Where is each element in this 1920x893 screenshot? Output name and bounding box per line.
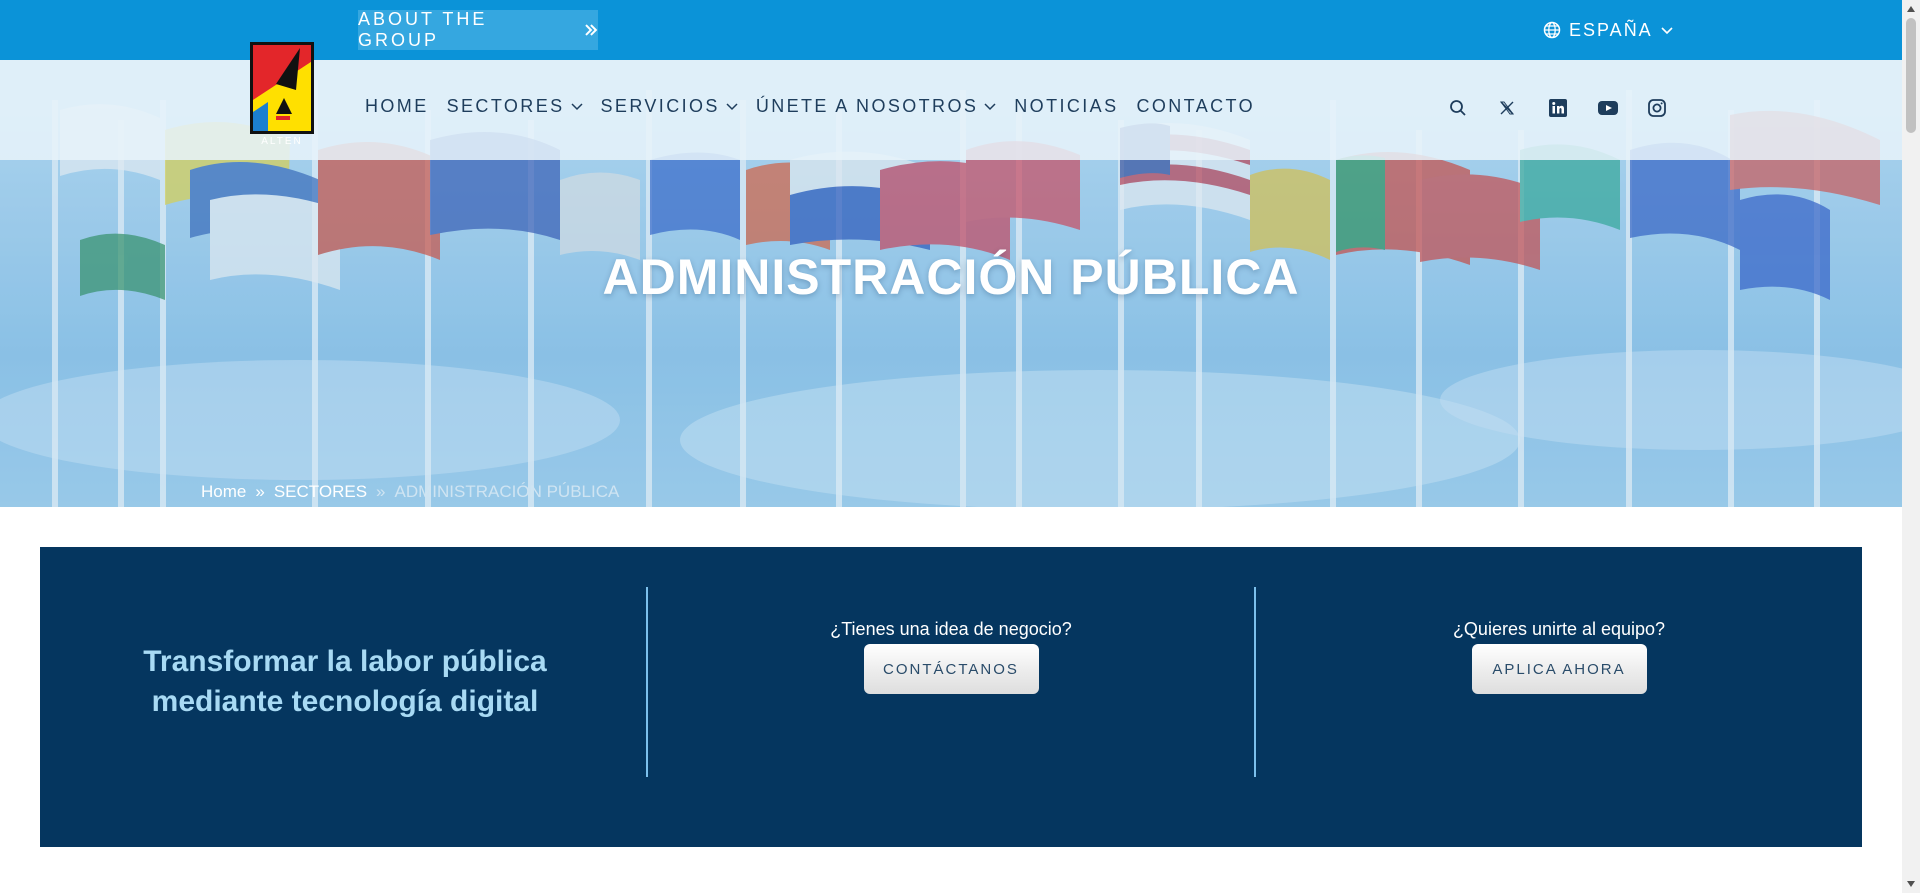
language-selector[interactable]: ESPAÑA (1543, 18, 1673, 42)
chevron-down-icon (984, 103, 996, 111)
scrollbar-thumb[interactable] (1906, 18, 1916, 133)
nav-item-home[interactable]: HOME (365, 96, 429, 117)
double-chevron-right-icon (585, 24, 598, 36)
cta-join: ¿Quieres unirte al equipo? APLICA AHORA (1349, 619, 1769, 694)
linkedin-icon (1549, 99, 1567, 117)
search-icon (1450, 100, 1466, 116)
page: ABOUT THE GROUP ESPAÑA ALTEN HOME SECTOR… (0, 0, 1920, 893)
youtube-icon (1598, 101, 1618, 115)
band-divider (1254, 587, 1256, 777)
alten-logo[interactable]: ALTEN (250, 42, 314, 146)
nav-unete-label: ÚNETE A NOSOTROS (755, 95, 979, 116)
nav-home-label: HOME (365, 95, 429, 116)
scroll-down-arrow-icon[interactable] (1907, 880, 1915, 888)
cta-join-question: ¿Quieres unirte al equipo? (1452, 619, 1666, 639)
cta-business: ¿Tienes una idea de negocio? CONTÁCTANOS (741, 619, 1161, 694)
linkedin-link[interactable] (1546, 96, 1570, 120)
instagram-icon (1648, 99, 1666, 117)
breadcrumb-home-link[interactable]: Home (201, 482, 246, 502)
language-label: ESPAÑA (1569, 19, 1653, 40)
breadcrumb: Home » SECTORES » ADMINISTRACIÓN PÚBLICA (201, 482, 619, 502)
band-tagline: Transformar la labor pública mediante te… (143, 645, 547, 718)
nav-item-noticias[interactable]: NOTICIAS (1014, 96, 1118, 117)
vertical-scrollbar[interactable] (1902, 0, 1920, 893)
aplica-ahora-button[interactable]: APLICA AHORA (1471, 644, 1647, 694)
x-twitter-link[interactable] (1495, 96, 1519, 120)
nav-noticias-label: NOTICIAS (1014, 95, 1119, 116)
nav-item-contacto[interactable]: CONTACTO (1136, 96, 1255, 117)
contactanos-button[interactable]: CONTÁCTANOS (863, 644, 1039, 694)
breadcrumb-current: ADMINISTRACIÓN PÚBLICA (394, 482, 620, 501)
nav-item-servicios[interactable]: SERVICIOS (601, 96, 738, 117)
breadcrumb-separator: » (255, 482, 265, 501)
about-the-group-button[interactable]: ABOUT THE GROUP (358, 9, 598, 50)
nav-servicios-label: SERVICIOS (600, 95, 720, 116)
logo-text: ALTEN (261, 136, 303, 146)
instagram-link[interactable] (1645, 96, 1669, 120)
cta-band: Transformar la labor pública mediante te… (40, 547, 1862, 847)
cta-business-question: ¿Tienes una idea de negocio? (830, 619, 1072, 639)
breadcrumb-separator: » (376, 482, 386, 501)
chevron-down-icon (570, 103, 583, 111)
chevron-down-icon (726, 103, 738, 111)
page-title: ADMINISTRACIÓN PÚBLICA (602, 249, 1300, 305)
search-button[interactable] (1446, 96, 1470, 120)
about-label: ABOUT THE GROUP (358, 9, 488, 50)
scroll-up-arrow-icon[interactable] (1907, 5, 1915, 13)
x-twitter-icon (1500, 101, 1514, 115)
youtube-link[interactable] (1596, 96, 1620, 120)
nav-item-sectores[interactable]: SECTORES (447, 96, 583, 117)
breadcrumb-sectores-link[interactable]: SECTORES (274, 482, 367, 502)
main-menu: HOME SECTORES SERVICIOS ÚNETE A NOSOTROS… (365, 93, 1273, 119)
band-divider (646, 587, 648, 777)
nav-item-unete[interactable]: ÚNETE A NOSOTROS (756, 96, 996, 117)
chevron-down-icon (1661, 27, 1673, 35)
nav-contacto-label: CONTACTO (1136, 95, 1256, 116)
globe-icon (1543, 21, 1561, 39)
nav-sectores-label: SECTORES (446, 95, 565, 116)
